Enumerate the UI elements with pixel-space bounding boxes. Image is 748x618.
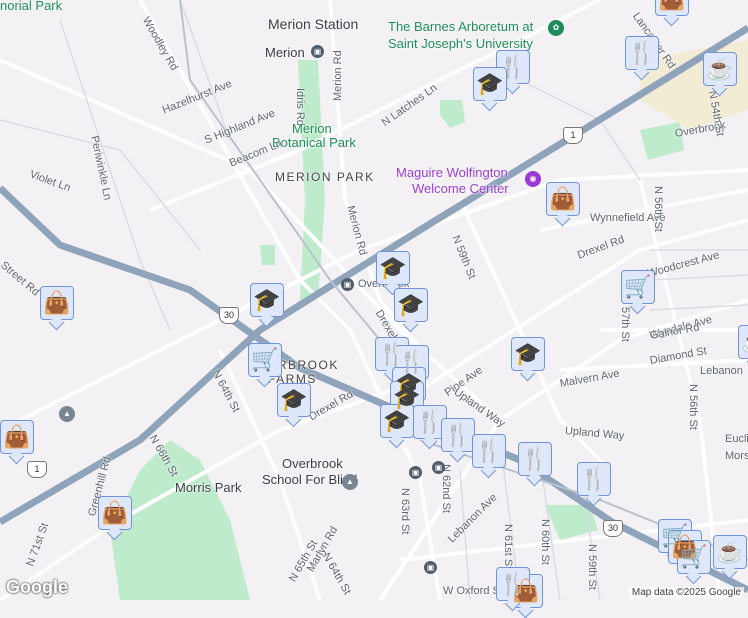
us-30-shield: 30 — [219, 307, 239, 324]
label-norial: norial Park — [0, 0, 63, 13]
map-data-credit[interactable]: Map data ©2025 Google — [628, 587, 744, 598]
restaurant-icon: 🍴 — [499, 571, 527, 596]
restaurant-marker[interactable]: 🍴 — [413, 405, 447, 439]
school-marker[interactable]: 🎓 — [380, 404, 414, 438]
restaurant-icon: 🍴 — [444, 422, 472, 447]
label-barnes-2: Saint Joseph's University — [388, 36, 533, 51]
label-n59s: N 59th St — [586, 544, 598, 590]
cafe-icon: ☕ — [741, 329, 748, 355]
restaurant-marker[interactable]: 🍴 — [496, 567, 530, 601]
school-icon: 🎓 — [397, 292, 425, 317]
shopping-marker[interactable]: 👜 — [40, 286, 74, 320]
shopping-bag-icon: 👜 — [43, 290, 71, 315]
us-1-shield: 1 — [563, 127, 583, 144]
restaurant-marker[interactable]: 🍴 — [472, 434, 506, 468]
shopping-bag-icon: 👜 — [549, 186, 577, 211]
school-marker[interactable]: 🎓 — [511, 337, 545, 371]
us-30-shield: 30 — [603, 520, 623, 537]
label-maguire-2: Welcome Center — [412, 181, 509, 196]
label-n63: N 63rd St — [399, 488, 411, 535]
school-icon: 🎓 — [476, 71, 504, 96]
us-1-shield: 1 — [27, 461, 47, 478]
school-icon: 🎓 — [514, 341, 542, 366]
google-logo: Google — [6, 577, 68, 597]
cafe-icon: ☕ — [706, 56, 734, 81]
label-euclid: Euclid — [725, 433, 748, 445]
label-n56: N 56th St — [687, 384, 699, 430]
shopping-marker[interactable]: 👜 — [655, 0, 689, 16]
school-marker[interactable]: 🎓 — [394, 288, 428, 322]
grocery-marker[interactable]: 🛒 — [677, 540, 711, 574]
cafe-marker[interactable]: ☕ — [738, 325, 748, 359]
grocery-cart-icon: 🛒 — [624, 274, 652, 299]
shopping-marker[interactable]: 👜 — [98, 496, 132, 530]
trolley-stop-icon[interactable]: ▣ — [409, 466, 422, 479]
label-morris: Morris Park — [175, 480, 242, 495]
cafe-marker[interactable]: ☕ — [713, 535, 747, 569]
label-maguire-1: Maguire Wolfington — [396, 165, 508, 180]
label-merion-rd: Merion Rd — [332, 50, 344, 101]
restaurant-icon: 🍴 — [416, 409, 444, 434]
shopping-bag-icon: 👜 — [101, 500, 129, 525]
school-marker[interactable]: 🎓 — [277, 383, 311, 417]
label-school-1: Overbrook — [282, 456, 343, 471]
restaurant-icon: 🍴 — [521, 446, 549, 471]
shopping-bag-icon: 👜 — [658, 0, 685, 12]
trolley-stop-icon[interactable]: ▣ — [432, 461, 445, 474]
school-marker[interactable]: 🎓 — [473, 67, 507, 101]
label-barnes-1: The Barnes Arboretum at — [388, 19, 534, 34]
restaurant-marker[interactable]: 🍴 — [518, 442, 552, 476]
label-botanical-2: Botanical Park — [272, 135, 356, 150]
label-merion-park: MERION PARK — [275, 170, 375, 184]
label-morse: Morse — [725, 450, 748, 462]
label-n61: N 61st St — [502, 524, 514, 570]
train-station-icon[interactable]: ▣ — [311, 45, 324, 58]
label-oxford: W Oxford St — [443, 585, 503, 597]
garden-icon[interactable]: ✿ — [548, 20, 564, 36]
label-lebanon-e: Lebanon — [700, 365, 743, 377]
school-icon: 🎓 — [253, 287, 281, 312]
label-merion-station: Merion Station — [268, 16, 359, 32]
restaurant-marker[interactable]: 🍴 — [441, 418, 475, 452]
grocery-marker[interactable]: 🛒 — [621, 270, 655, 304]
label-n56b: N 56th St — [652, 186, 664, 232]
museum-icon[interactable]: ◉ — [525, 171, 541, 187]
cafe-marker[interactable]: ☕ — [703, 52, 737, 86]
grocery-cart-icon: 🛒 — [680, 544, 708, 569]
school-marker[interactable]: 🎓 — [250, 283, 284, 317]
label-n60: N 60th St — [539, 519, 551, 565]
grocery-cart-icon: 🛒 — [251, 347, 279, 372]
shopping-marker[interactable]: 👜 — [0, 420, 34, 454]
restaurant-marker[interactable]: 🍴 — [577, 462, 611, 496]
school-marker[interactable]: 🎓 — [376, 251, 410, 285]
school-icon: 🎓 — [280, 387, 308, 412]
shopping-marker[interactable]: 👜 — [546, 182, 580, 216]
cafe-icon: ☕ — [716, 539, 744, 564]
label-merion: Merion — [265, 45, 305, 60]
train-station-icon[interactable]: ▣ — [341, 278, 354, 291]
school-poi-icon[interactable]: ▲ — [342, 474, 358, 490]
label-botanical-1: Merion — [292, 121, 332, 136]
restaurant-marker[interactable]: 🍴 — [625, 36, 659, 70]
trolley-stop-icon[interactable]: ▣ — [424, 561, 437, 574]
school-poi-icon[interactable]: ▲ — [59, 406, 75, 422]
school-icon: 🎓 — [379, 255, 407, 280]
restaurant-icon: 🍴 — [475, 438, 503, 463]
restaurant-icon: 🍴 — [580, 466, 608, 491]
grocery-marker[interactable]: 🛒 — [248, 343, 282, 377]
shopping-bag-icon: 👜 — [3, 424, 31, 449]
restaurant-icon: 🍴 — [628, 40, 656, 65]
parks — [110, 40, 748, 600]
school-icon: 🎓 — [383, 408, 411, 433]
